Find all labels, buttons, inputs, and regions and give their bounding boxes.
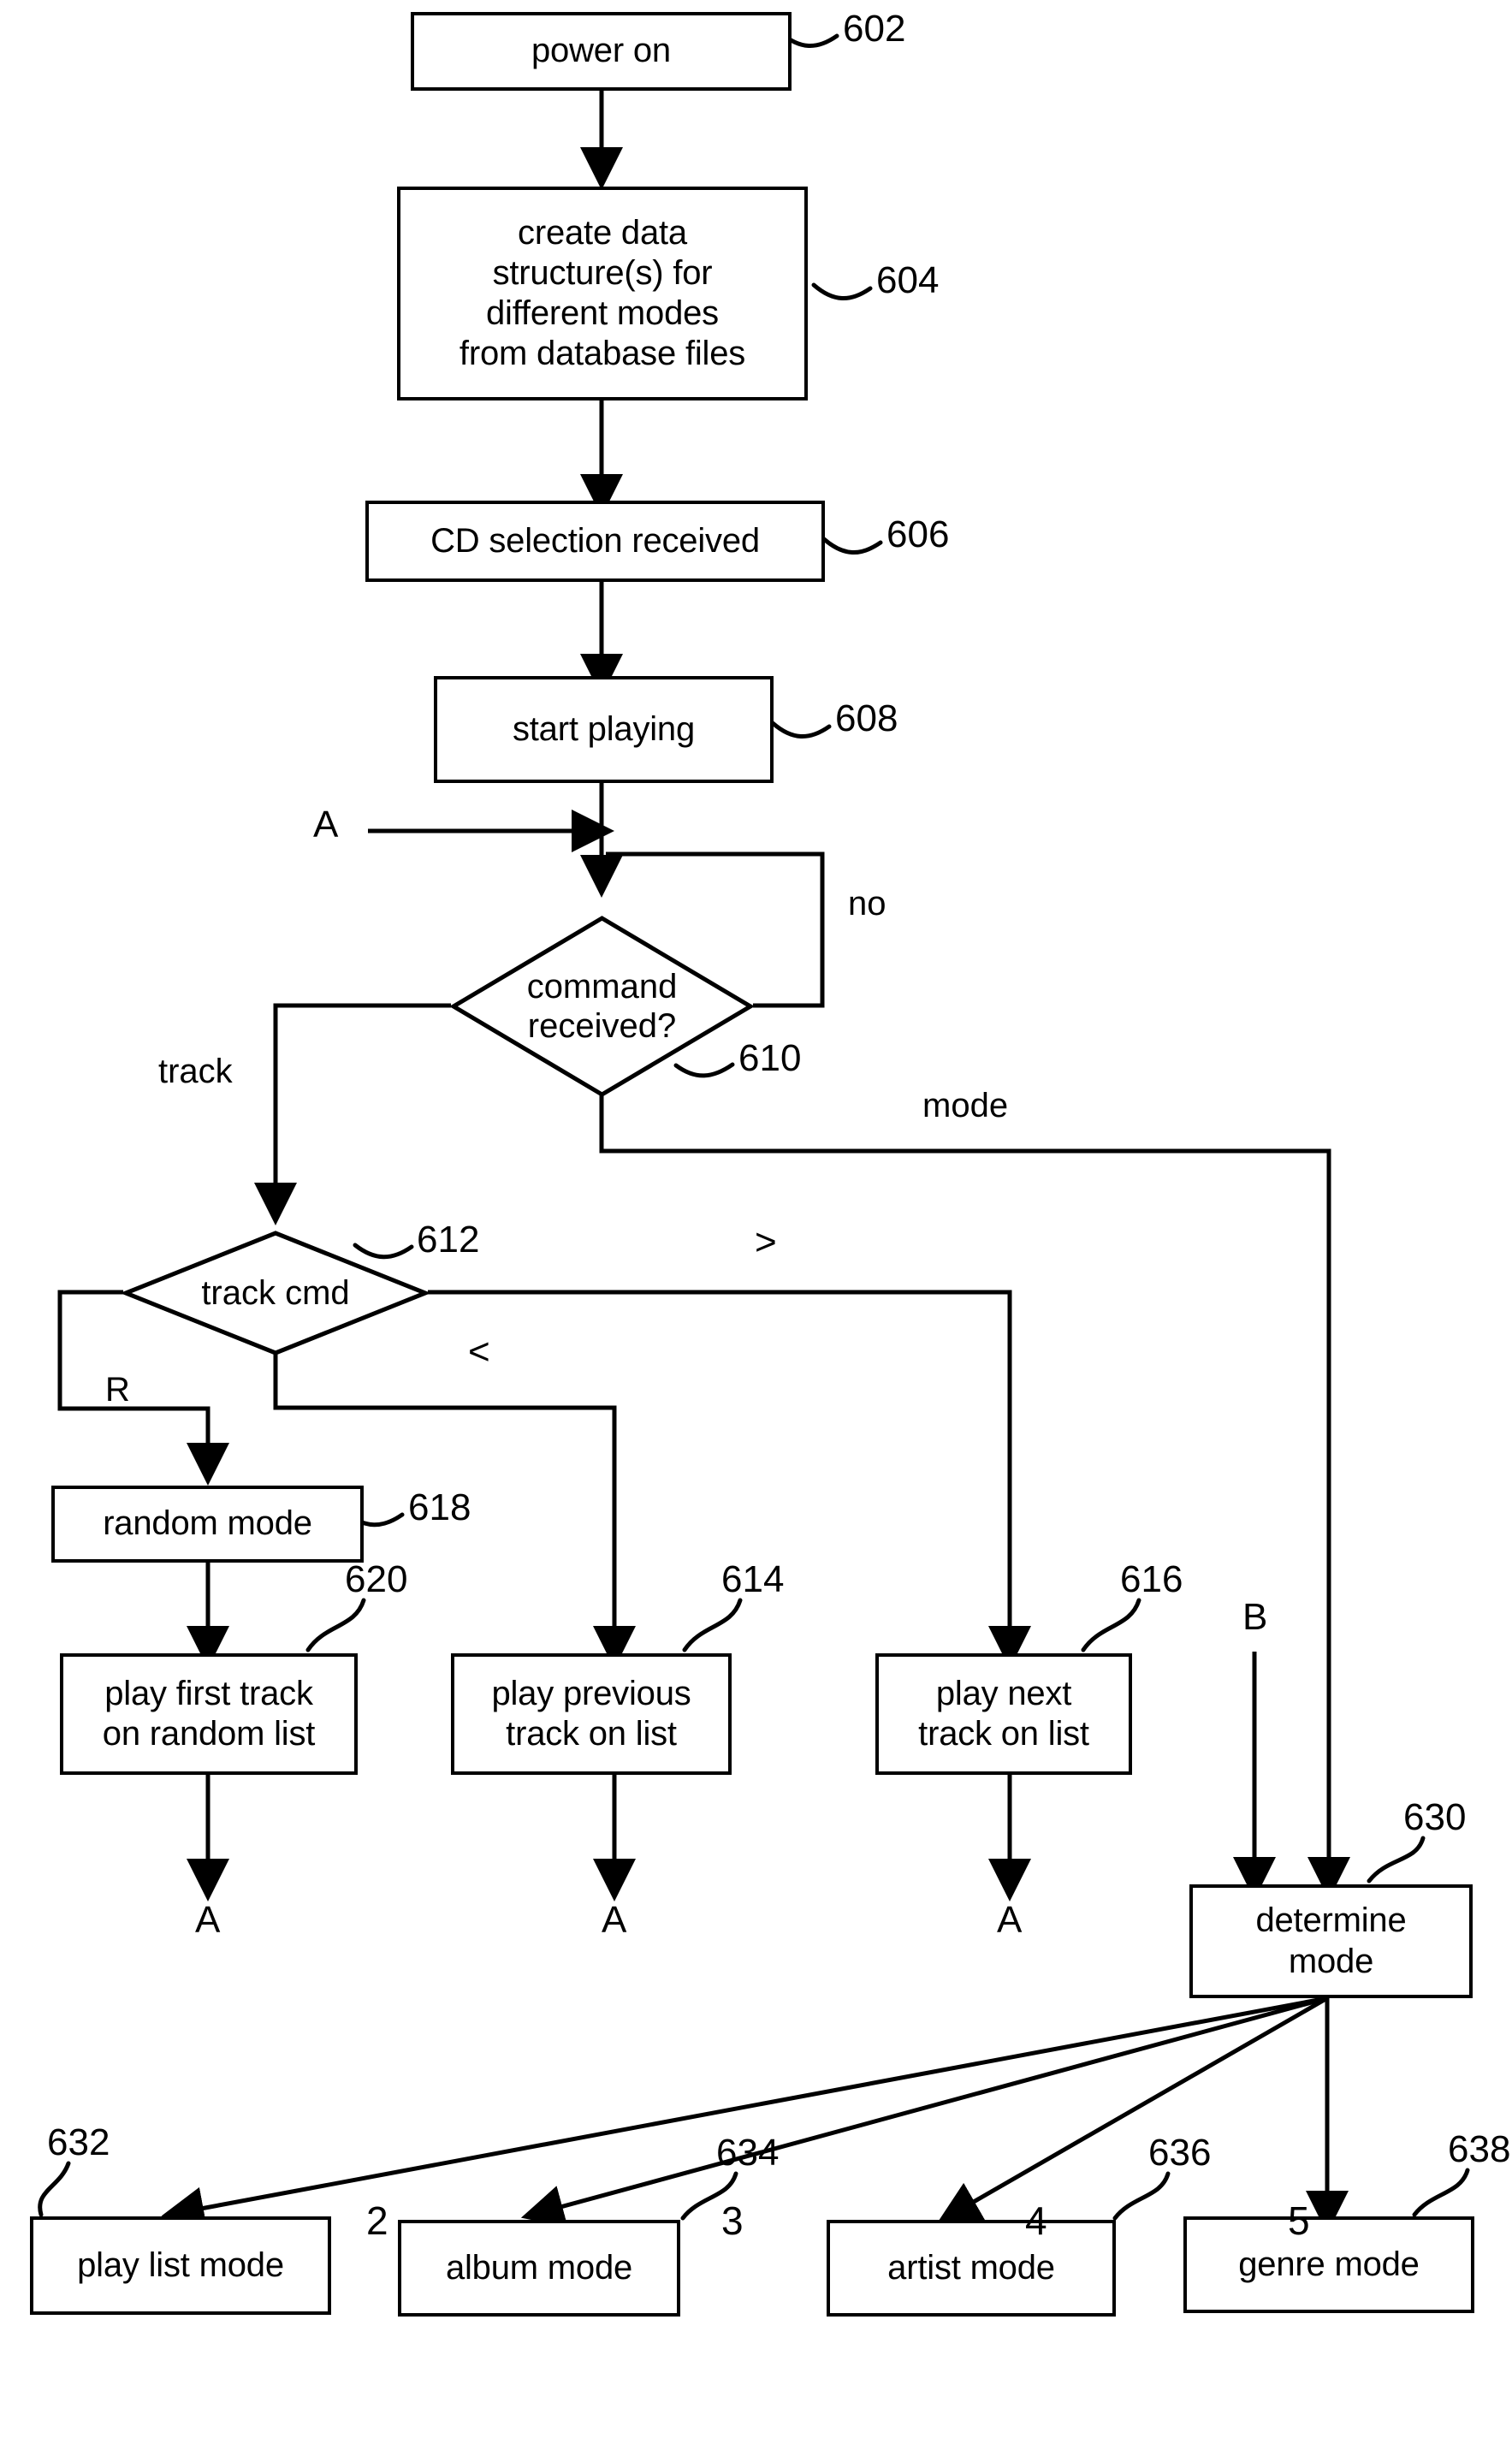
node-play-next-track-line-2: track on list — [918, 1715, 1089, 1753]
ref-number-636: 636 — [1148, 2132, 1212, 2174]
ref-number-602: 602 — [843, 8, 906, 50]
ref-number-618: 618 — [408, 1486, 471, 1528]
ref-number-620: 620 — [345, 1558, 408, 1600]
node-random-mode: random mode — [51, 1486, 364, 1563]
edge-label-branch-2: 2 — [366, 2198, 388, 2243]
node-play-next-track-line-1: play next — [935, 1674, 1072, 1712]
ref-number-634: 634 — [716, 2132, 780, 2174]
node-determine-mode-line-2: mode — [1288, 1942, 1374, 1980]
edge-label-branch-3: 3 — [721, 2198, 744, 2243]
node-artist-mode: artist mode — [827, 2220, 1116, 2317]
ref-number-608: 608 — [835, 697, 898, 739]
connector-b-entry: B — [1242, 1596, 1268, 1638]
ref-number-614: 614 — [721, 1558, 785, 1600]
node-power-on-label: power on — [531, 32, 671, 70]
ref-number-616: 616 — [1120, 1558, 1183, 1600]
node-genre-mode: genre mode — [1183, 2216, 1474, 2313]
ref-number-604: 604 — [876, 259, 940, 301]
node-random-mode-label: random mode — [103, 1504, 312, 1543]
ref-number-630: 630 — [1403, 1796, 1467, 1838]
ref-number-610: 610 — [738, 1037, 802, 1079]
node-play-first-track-line-2: on random list — [102, 1715, 316, 1753]
node-start-playing-label: start playing — [512, 709, 696, 748]
node-genre-mode-label: genre mode — [1238, 2245, 1420, 2283]
node-create-data-structures: create data structure(s) for different m… — [397, 187, 808, 400]
edge-label-less-than: < — [468, 1331, 490, 1373]
decision-command-received: command received? — [451, 916, 753, 1097]
connector-a-entry: A — [313, 804, 339, 845]
node-play-previous-track-on-list: play previous track on list — [451, 1653, 732, 1775]
ref-number-606: 606 — [886, 513, 950, 555]
ref-number-612: 612 — [417, 1219, 480, 1261]
connector-a-exit-2: A — [602, 1899, 627, 1941]
node-album-mode-label: album mode — [445, 2248, 633, 2287]
decision-track-cmd: track cmd — [123, 1231, 428, 1356]
node-create-data-line-2: structure(s) for — [492, 253, 713, 292]
node-play-first-track-line-1: play first track — [104, 1674, 313, 1712]
node-play-first-track-on-random-list: play first track on random list — [60, 1653, 358, 1775]
node-determine-mode-line-1: determine — [1255, 1901, 1407, 1940]
node-create-data-line-1: create data — [518, 213, 687, 252]
node-play-list-mode-label: play list mode — [77, 2245, 284, 2284]
edge-label-no: no — [848, 885, 886, 923]
ref-number-632: 632 — [47, 2121, 110, 2163]
node-create-data-line-3: different modes — [486, 294, 719, 332]
node-determine-mode: determine mode — [1189, 1884, 1473, 1998]
node-play-previous-track-line-2: track on list — [506, 1715, 677, 1753]
connector-a-exit-3: A — [997, 1899, 1023, 1941]
node-cd-selection-received: CD selection received — [365, 501, 825, 582]
edge-label-greater-than: > — [755, 1221, 777, 1263]
node-cd-selection-label: CD selection received — [430, 521, 760, 560]
node-artist-mode-label: artist mode — [887, 2248, 1055, 2287]
flowchart-figure: power on create data structure(s) for di… — [0, 0, 1512, 2462]
node-start-playing: start playing — [434, 676, 774, 783]
edge-label-track: track — [158, 1053, 233, 1090]
node-play-previous-track-line-1: play previous — [491, 1674, 691, 1712]
edge-label-random: R — [105, 1371, 130, 1409]
ref-number-638: 638 — [1448, 2128, 1511, 2170]
node-create-data-line-4: from database files — [459, 335, 746, 373]
edge-label-branch-4: 4 — [1025, 2198, 1047, 2243]
node-play-next-track-on-list: play next track on list — [875, 1653, 1132, 1775]
connector-a-exit-1: A — [195, 1899, 221, 1941]
node-album-mode: album mode — [398, 2220, 680, 2317]
edge-label-branch-5: 5 — [1288, 2198, 1310, 2243]
edge-label-mode: mode — [922, 1087, 1009, 1124]
node-play-list-mode: play list mode — [30, 2216, 331, 2315]
node-power-on: power on — [411, 12, 792, 91]
